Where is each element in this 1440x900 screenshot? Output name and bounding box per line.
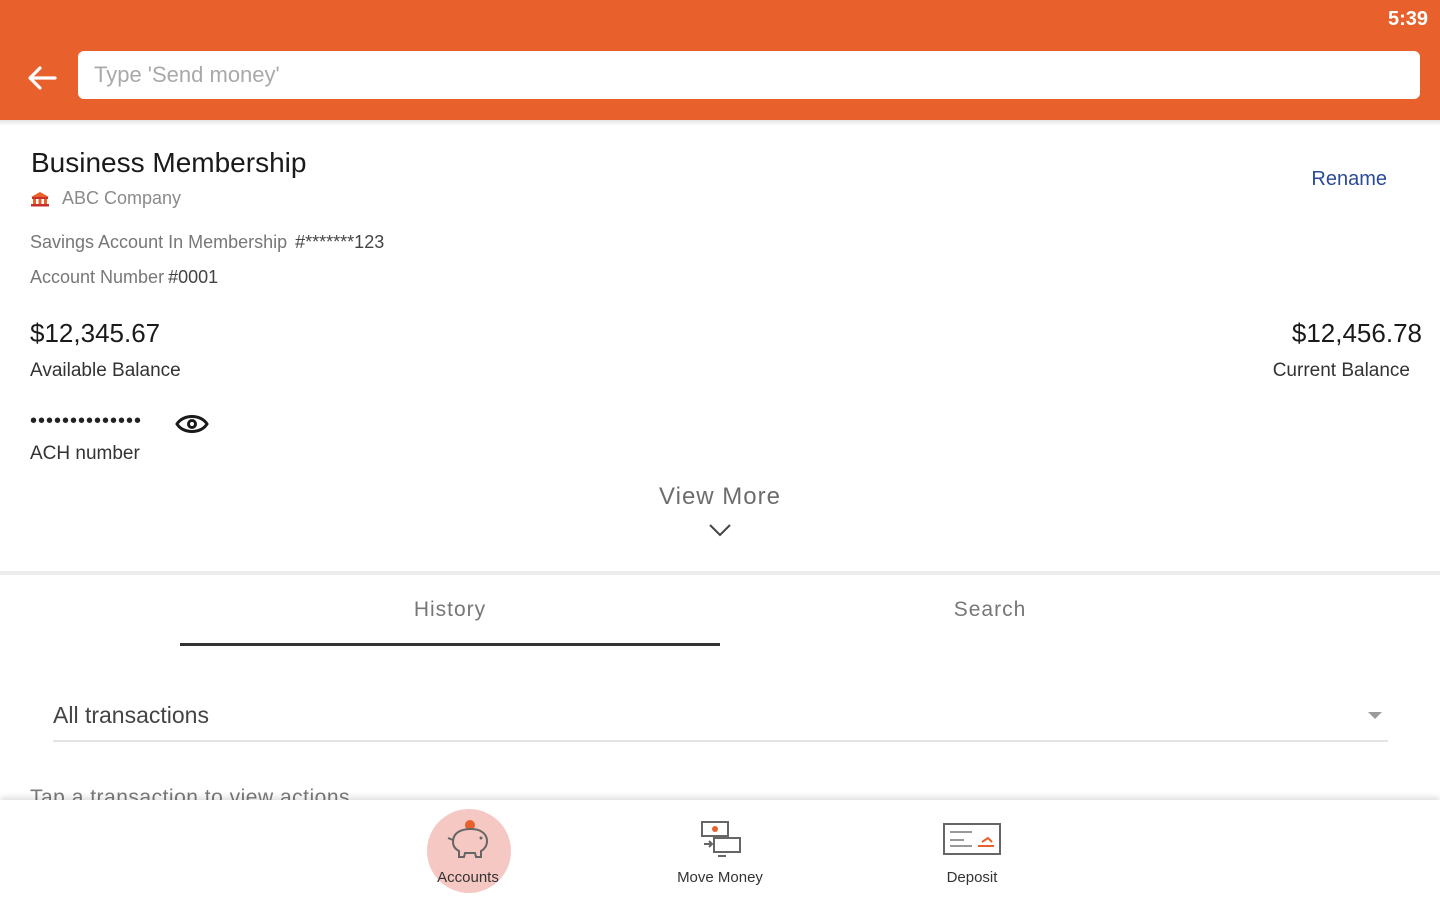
nav-deposit[interactable]: Deposit: [892, 800, 1052, 900]
account-number-row: Account Number #0001: [30, 267, 218, 288]
back-arrow-icon: [28, 66, 57, 90]
available-balance-value: $12,345.67: [30, 318, 161, 348]
eye-icon: [175, 415, 209, 433]
app-bar-shadow: [0, 120, 1440, 126]
transaction-filter-select[interactable]: All transactions: [53, 698, 1388, 742]
show-ach-button[interactable]: [174, 409, 210, 439]
savings-label: Savings Account In Membership: [30, 232, 288, 252]
account-number-value: #0001: [168, 267, 219, 287]
back-button[interactable]: [22, 58, 62, 98]
current-balance-value: $12,456.78: [1291, 318, 1422, 348]
transaction-hint: Tap a transaction to view actions: [30, 786, 350, 800]
nav-move-money[interactable]: Move Money: [640, 800, 800, 900]
check-deposit-icon: [943, 823, 1001, 855]
ach-number-masked: ••••••••••••••: [30, 410, 143, 432]
ach-number-label: ACH number: [30, 443, 140, 464]
dropdown-caret-icon: [1368, 712, 1382, 719]
savings-account-row: Savings Account In Membership #*******123: [30, 232, 384, 253]
bank-icon: [31, 191, 49, 206]
current-balance-label: Current Balance: [1272, 360, 1410, 381]
nav-accounts[interactable]: Accounts: [388, 800, 548, 900]
section-divider: [0, 571, 1440, 575]
active-tab-indicator: [180, 643, 720, 646]
nav-accounts-label: Accounts: [437, 869, 499, 886]
view-more-button[interactable]: View More: [620, 483, 820, 511]
tab-search[interactable]: Search: [720, 598, 1260, 622]
piggy-bank-icon: [447, 820, 489, 858]
available-balance-label: Available Balance: [30, 360, 181, 381]
search-input[interactable]: [78, 51, 1420, 99]
company-name: ABC Company: [62, 188, 182, 208]
status-clock: 5:39: [1387, 8, 1428, 30]
move-money-icon: [701, 821, 741, 857]
tab-history[interactable]: History: [180, 598, 720, 622]
savings-value: #*******123: [295, 232, 385, 252]
nav-deposit-label: Deposit: [946, 869, 998, 886]
transaction-filter-value: All transactions: [53, 702, 209, 728]
app-bar: 5:39: [0, 0, 1440, 120]
chevron-down-icon[interactable]: [708, 522, 732, 538]
company-row: ABC Company: [30, 188, 181, 209]
account-title: Business Membership: [31, 147, 307, 178]
account-number-label: Account Number: [30, 267, 165, 287]
rename-link[interactable]: Rename: [1311, 168, 1387, 191]
nav-move-money-label: Move Money: [677, 869, 763, 886]
